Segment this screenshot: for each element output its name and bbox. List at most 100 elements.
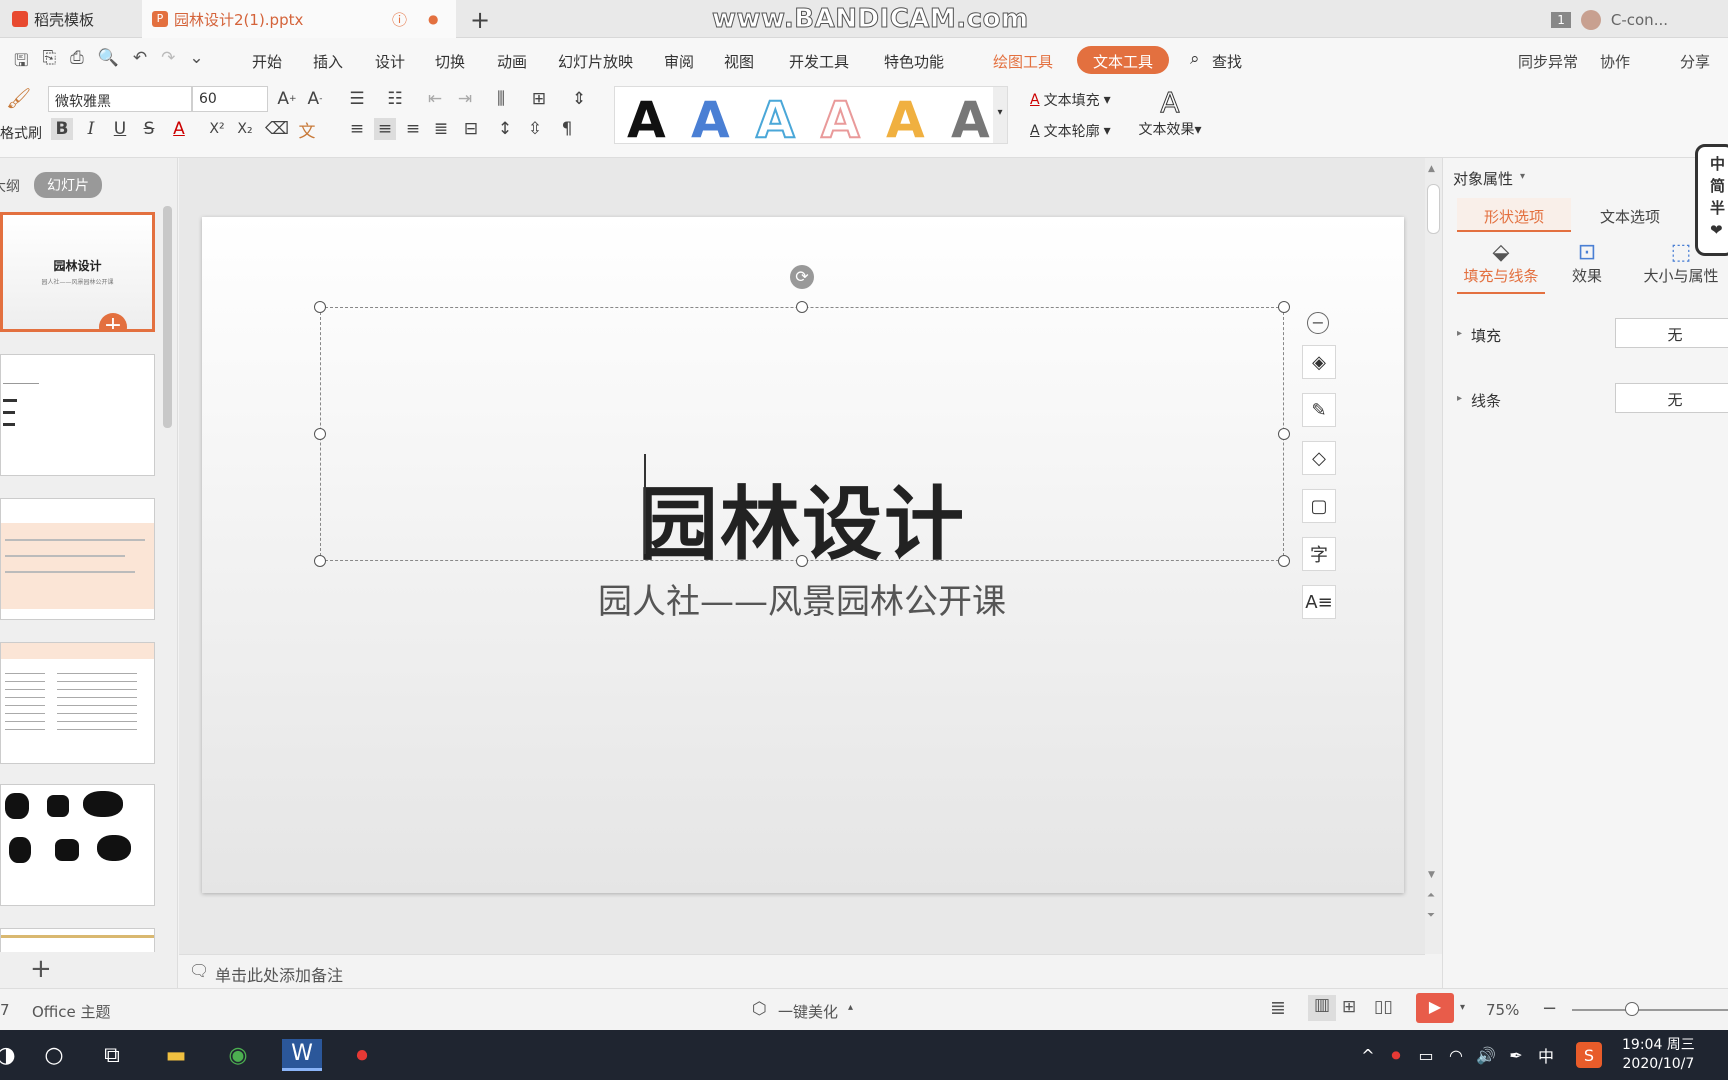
theme-name[interactable]: Office 主题 bbox=[32, 1001, 111, 1022]
tray-record-icon[interactable]: ⏺ bbox=[1380, 1039, 1412, 1071]
pen-icon[interactable]: ✒ bbox=[1500, 1039, 1532, 1071]
text-style-blue[interactable]: A bbox=[691, 91, 730, 149]
add-slide-plus-icon[interactable]: + bbox=[99, 313, 127, 329]
slide-title[interactable]: 园林设计 bbox=[320, 460, 1284, 576]
save-icon[interactable]: 🖫 bbox=[14, 48, 28, 77]
line-select[interactable]: 无 bbox=[1615, 383, 1728, 413]
next-slide-icon[interactable]: ⏷ bbox=[1427, 910, 1435, 921]
fill-select[interactable]: 无 bbox=[1615, 318, 1728, 348]
brush-icon[interactable]: ✎ bbox=[1302, 393, 1336, 427]
panel-title[interactable]: 对象属性 bbox=[1453, 168, 1513, 189]
normal-view-icon[interactable]: ▥ bbox=[1308, 995, 1336, 1021]
rotate-handle-icon[interactable]: ⟳ bbox=[790, 265, 814, 289]
menu-view[interactable]: 视图 bbox=[724, 51, 754, 72]
text-outline-button[interactable]: A 文本轮廓 ▾ bbox=[1030, 121, 1111, 141]
menu-text-tools[interactable]: 文本工具 bbox=[1077, 46, 1170, 74]
scroll-up-icon[interactable]: ▲ bbox=[1428, 164, 1435, 174]
subtab-effect[interactable]: ⊡ 效果 bbox=[1557, 240, 1617, 286]
italic-button[interactable]: I bbox=[80, 118, 102, 140]
align-left-icon[interactable]: ≡ bbox=[346, 118, 368, 140]
tab-slides[interactable]: 幻灯片 bbox=[34, 172, 102, 198]
numbering-icon[interactable]: ☷ bbox=[384, 88, 406, 110]
chevron-up-icon[interactable]: ▴ bbox=[848, 1002, 853, 1013]
phonetic-icon[interactable]: 文 bbox=[296, 118, 318, 142]
cortana-icon[interactable]: ○ bbox=[38, 1039, 70, 1071]
search-icon[interactable]: ⌕ bbox=[1190, 49, 1200, 69]
text-effect-button[interactable]: A 文本效果▾ bbox=[1134, 86, 1206, 139]
battery-icon[interactable]: ▭ bbox=[1410, 1039, 1442, 1071]
preview-icon[interactable]: 🔍 bbox=[98, 48, 119, 77]
resize-handle[interactable] bbox=[314, 301, 326, 313]
menu-search[interactable]: 查找 bbox=[1212, 51, 1242, 72]
wifi-icon[interactable]: ◠ bbox=[1440, 1039, 1472, 1071]
menu-review[interactable]: 审阅 bbox=[664, 51, 694, 72]
user-name[interactable]: C-con... bbox=[1611, 11, 1668, 29]
share-button[interactable]: 分享 bbox=[1680, 51, 1710, 72]
bullets-icon[interactable]: ☰ bbox=[346, 88, 368, 110]
slide-thumb-6[interactable] bbox=[0, 928, 155, 952]
menu-insert[interactable]: 插入 bbox=[313, 51, 343, 72]
scroll-thumb[interactable] bbox=[1427, 184, 1440, 234]
font-family-select[interactable]: 微软雅黑 bbox=[48, 86, 192, 112]
text-style-orange[interactable]: A bbox=[886, 91, 925, 149]
text-style-pink-outline[interactable]: A bbox=[820, 90, 861, 150]
undo-icon[interactable]: ↶ bbox=[133, 48, 147, 77]
prev-slide-icon[interactable]: ⏶ bbox=[1427, 890, 1435, 901]
sorter-view-icon[interactable]: ⊞ bbox=[1342, 997, 1356, 1017]
text-format-icon[interactable]: 字 bbox=[1302, 537, 1336, 571]
line-spacing-icon[interactable]: ↕ bbox=[494, 118, 516, 140]
slide-thumb-4[interactable] bbox=[0, 642, 155, 764]
ime-toolbar[interactable]: 中 简 半 ❤ bbox=[1695, 144, 1728, 256]
sogou-icon[interactable]: S bbox=[1576, 1042, 1602, 1068]
resize-handle[interactable] bbox=[796, 301, 808, 313]
bandicam-icon[interactable]: ⏺ bbox=[346, 1039, 378, 1071]
slide-subtitle[interactable]: 园人社——风景园林公开课 bbox=[320, 574, 1284, 623]
columns-icon[interactable]: ⫼ bbox=[490, 88, 512, 110]
paragraph-settings-icon[interactable]: ¶ bbox=[556, 118, 578, 140]
format-painter-label[interactable]: 格式刷 bbox=[0, 123, 42, 143]
tab-text-options[interactable]: 文本选项 bbox=[1573, 198, 1687, 232]
distribute-icon[interactable]: ⊟ bbox=[460, 118, 482, 140]
text-ai-icon[interactable]: A≡ bbox=[1302, 585, 1336, 619]
increase-indent-icon[interactable]: ⇥ bbox=[454, 88, 476, 110]
fill-label[interactable]: 填充 bbox=[1471, 325, 1501, 346]
start-icon[interactable]: ◑ bbox=[0, 1039, 22, 1071]
menu-transition[interactable]: 切换 bbox=[435, 51, 465, 72]
zoom-level[interactable]: 75% bbox=[1486, 1001, 1519, 1019]
decrease-font-icon[interactable]: A- bbox=[304, 88, 326, 110]
text-style-gray[interactable]: A bbox=[951, 91, 990, 149]
layers-icon[interactable]: ◈ bbox=[1302, 345, 1336, 379]
subscript-button[interactable]: X₂ bbox=[234, 118, 256, 140]
collaborate-button[interactable]: 协作 bbox=[1600, 51, 1630, 72]
slide-thumb-1[interactable]: 园林设计 园人社——风景园林公开课 + bbox=[0, 212, 155, 332]
chevron-down-icon[interactable]: ⌄ bbox=[189, 48, 203, 77]
align-right-icon[interactable]: ≡ bbox=[402, 118, 424, 140]
superscript-button[interactable]: X² bbox=[206, 118, 228, 140]
outline-icon[interactable]: ▢ bbox=[1302, 489, 1336, 523]
menu-design[interactable]: 设计 bbox=[375, 51, 405, 72]
browser-icon[interactable]: ◉ bbox=[222, 1039, 254, 1071]
text-style-black[interactable]: A bbox=[627, 91, 666, 149]
menu-developer[interactable]: 开发工具 bbox=[789, 51, 849, 72]
chevron-down-icon[interactable]: ▾ bbox=[1460, 1002, 1465, 1013]
window-count-badge[interactable]: 1 bbox=[1551, 12, 1571, 28]
line-label[interactable]: 线条 bbox=[1471, 390, 1501, 411]
zoom-out-icon[interactable]: − bbox=[1542, 998, 1557, 1019]
decrease-indent-icon[interactable]: ⇤ bbox=[424, 88, 446, 110]
underline-button[interactable]: U bbox=[109, 118, 131, 140]
style-gallery-more-icon[interactable]: ▾ bbox=[993, 87, 1007, 143]
font-color-button[interactable]: A bbox=[168, 118, 190, 140]
notes-placeholder[interactable]: 单击此处添加备注 bbox=[215, 966, 343, 985]
text-direction-icon[interactable]: ⇕ bbox=[568, 88, 590, 110]
notes-area[interactable]: 🗨 单击此处添加备注 bbox=[179, 954, 1425, 988]
zoom-slider[interactable] bbox=[1572, 1009, 1728, 1011]
justify-icon[interactable]: ≣ bbox=[430, 118, 452, 140]
volume-icon[interactable]: 🔊 bbox=[1470, 1039, 1502, 1071]
text-fill-button[interactable]: A 文本填充 ▾ bbox=[1030, 90, 1111, 110]
play-slideshow-button[interactable]: ▶ bbox=[1416, 993, 1454, 1023]
chevron-down-icon[interactable]: ▾ bbox=[1520, 171, 1525, 182]
menu-drawing-tools[interactable]: 绘图工具 bbox=[993, 51, 1053, 72]
avatar[interactable] bbox=[1580, 10, 1601, 30]
thumb-scrollbar[interactable] bbox=[163, 206, 172, 428]
tab-outline[interactable]: 大纲 bbox=[0, 176, 20, 196]
